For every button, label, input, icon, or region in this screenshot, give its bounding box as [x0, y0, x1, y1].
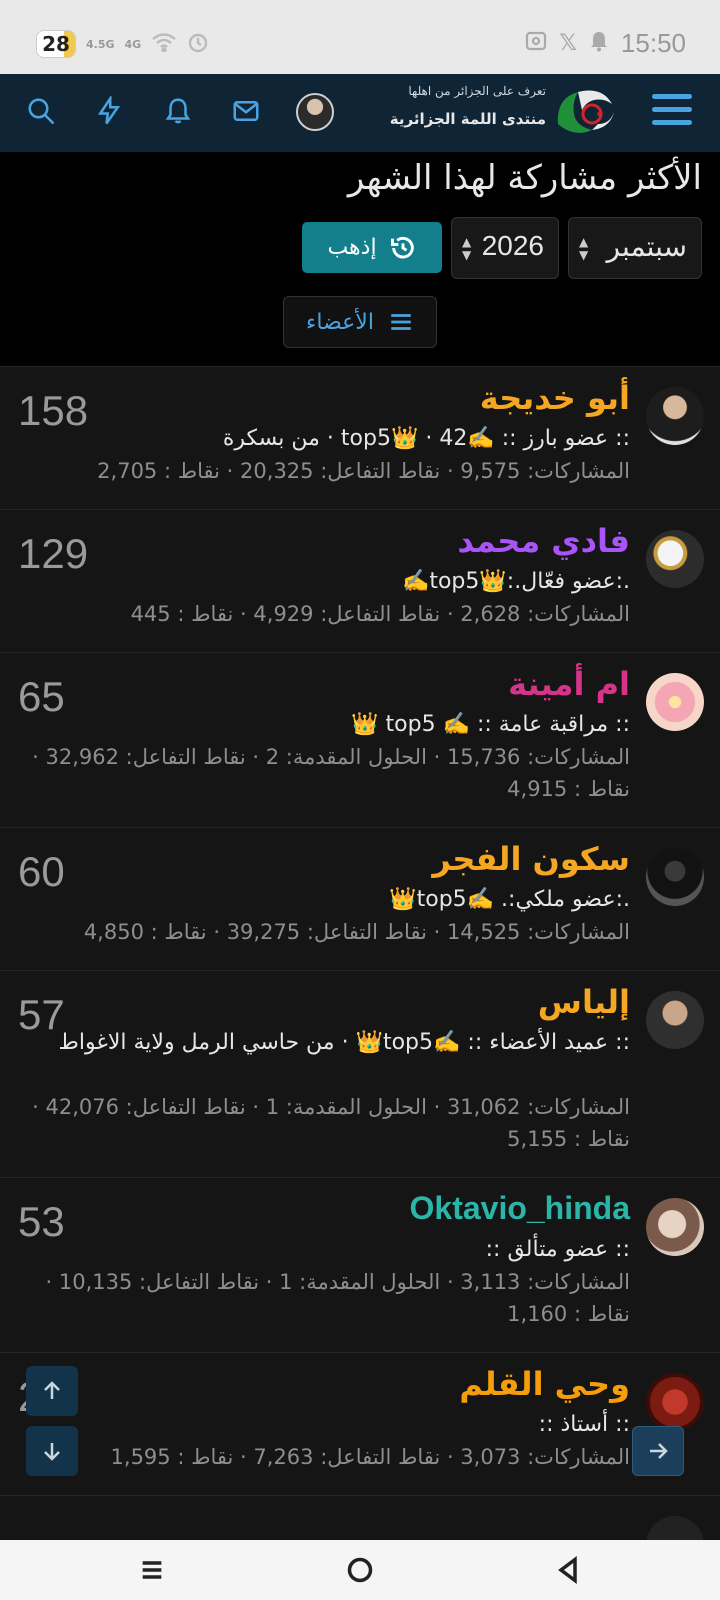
member-stats: المشاركات: 14,525 · نقاط التفاعل: 39,275… — [83, 920, 630, 944]
next-page-button[interactable] — [632, 1426, 684, 1476]
avatar[interactable] — [646, 673, 704, 731]
list-item[interactable]: 65 ام أمينة :: مراقبة عامة :: ✍️ top5 👑 … — [0, 653, 720, 828]
members-label: الأعضاء — [306, 309, 374, 335]
year-select[interactable]: 2026 ▲ ▼ — [451, 217, 559, 279]
select-arrows-icon: ▲ ▼ — [462, 235, 472, 262]
member-title: :: أستاذ :: — [538, 1412, 630, 1437]
list-item[interactable]: 53 Oktavio_hinda :: عضو متألق :: المشارك… — [0, 1178, 720, 1353]
avatar[interactable] — [646, 848, 704, 906]
search-icon[interactable] — [21, 91, 61, 131]
members-filter-button[interactable]: الأعضاء — [283, 296, 437, 348]
signal-1: 4.5G — [86, 37, 115, 51]
select-arrows-icon: ▲ ▼ — [579, 235, 589, 262]
member-stats: المشاركات: 9,575 · نقاط التفاعل: 20,325 … — [97, 459, 630, 483]
member-name[interactable]: سكون الفجر — [432, 840, 630, 878]
back-icon — [558, 1556, 577, 1584]
list-item[interactable]: 158 أبو خديجة :: عضو بارز :: ✍️top5👑 · 4… — [0, 367, 720, 510]
home-button[interactable] — [342, 1554, 378, 1586]
mail-icon[interactable] — [226, 91, 266, 131]
member-title: :: عضو متألق :: — [485, 1237, 630, 1262]
battery-level: 28 — [42, 32, 70, 56]
logo-name: منتدى اللمة الجزائرية — [389, 110, 546, 128]
member-stats: المشاركات: 31,062 · الحلول المقدمة: 1 · … — [32, 1095, 630, 1151]
list-item[interactable]: 60 سكون الفجر .:عضو ملكي:. ✍️top5👑 المشا… — [0, 828, 720, 971]
signal-2: 4G — [124, 37, 142, 51]
avatar[interactable] — [646, 1373, 704, 1431]
logo-tagline: تعرف على الجزائر من اهلها — [408, 84, 546, 98]
member-stats: المشاركات: 2,628 · نقاط التفاعل: 4,929 ·… — [130, 602, 630, 626]
notification-bell-icon — [589, 30, 609, 57]
members-list: 158 أبو خديجة :: عضو بارز :: ✍️top5👑 · 4… — [0, 366, 720, 1542]
list-item[interactable]: 57 إلياس :: عميد الأعضاء :: ✍️top5👑 · من… — [0, 971, 720, 1178]
status-left: 28 4.5G 4G — [36, 30, 209, 58]
status-right: 𝕏 15:50 — [525, 28, 686, 59]
member-name[interactable]: إلياس — [538, 983, 630, 1021]
arrow-right-icon — [650, 1443, 668, 1459]
clock: 15:50 — [620, 28, 686, 58]
avatar[interactable] — [646, 530, 704, 588]
member-title: :: عضو بارز :: ✍️top5👑 · 42 · من بسكرة — [222, 426, 630, 451]
recent-apps-button[interactable] — [134, 1554, 170, 1586]
avatar[interactable] — [646, 991, 704, 1049]
member-name[interactable]: أبو خديجة — [480, 379, 630, 417]
member-name[interactable]: Oktavio_hinda — [410, 1190, 631, 1227]
history-icon — [390, 236, 414, 258]
list-item[interactable] — [0, 1496, 720, 1542]
year-value: 2026 — [481, 230, 544, 261]
go-button[interactable]: إذهب — [302, 222, 442, 273]
list-icon — [391, 314, 411, 330]
list-item[interactable]: 27 وحي القلم :: أستاذ :: المشاركات: 3,07… — [0, 1353, 720, 1496]
month-select[interactable]: سبتمبر ▲ ▼ — [568, 217, 702, 279]
menu-hamburger-icon[interactable] — [652, 94, 692, 130]
battery-indicator: 28 — [36, 30, 76, 58]
member-stats: المشاركات: 15,736 · الحلول المقدمة: 2 · … — [32, 745, 630, 801]
avatar[interactable] — [646, 1198, 704, 1256]
user-avatar[interactable] — [296, 93, 334, 131]
member-title: .:عضو فعّال.:👑top5✍️ — [401, 569, 630, 594]
member-name[interactable]: ام أمينة — [508, 665, 630, 703]
avatar[interactable] — [646, 1516, 704, 1542]
home-icon — [347, 1557, 373, 1583]
bolt-icon[interactable] — [89, 91, 129, 131]
status-bar: 28 4.5G 4G 𝕏 15:50 — [0, 0, 720, 74]
member-name[interactable]: وحي القلم — [459, 1365, 630, 1403]
member-stats: المشاركات: 3,073 · نقاط التفاعل: 7,263 ·… — [110, 1445, 630, 1469]
recent-apps-icon — [142, 1561, 162, 1579]
member-name[interactable]: فادي محمد — [457, 522, 630, 560]
member-title: .:عضو ملكي:. ✍️top5👑 — [389, 887, 630, 912]
page-title: الأكثر مشاركة لهذا الشهر — [347, 158, 702, 198]
back-button[interactable] — [550, 1554, 586, 1586]
bell-icon[interactable] — [158, 91, 198, 131]
arrow-up-icon — [44, 1381, 60, 1399]
site-logo[interactable]: تعرف على الجزائر من اهلها منتدى اللمة ال… — [390, 82, 624, 146]
scroll-top-button[interactable] — [26, 1366, 78, 1416]
member-title: :: مراقبة عامة :: ✍️ top5 👑 — [351, 712, 630, 737]
member-title: :: عميد الأعضاء :: ✍️top5👑 · من حاسي الر… — [58, 1030, 630, 1055]
list-item[interactable]: 129 فادي محمد .:عضو فعّال.:👑top5✍️ المشا… — [0, 510, 720, 653]
x-icon: 𝕏 — [559, 31, 577, 56]
go-label: إذهب — [327, 235, 377, 260]
wifi-icon — [151, 32, 177, 57]
alarm-icon — [187, 31, 209, 58]
scroll-bottom-button[interactable] — [26, 1426, 78, 1476]
algeria-emblem-icon — [557, 90, 614, 133]
avatar[interactable] — [646, 387, 704, 445]
month-value: سبتمبر — [606, 230, 687, 263]
member-stats: المشاركات: 3,113 · الحلول المقدمة: 1 · ن… — [45, 1270, 630, 1326]
screen-record-icon — [525, 30, 547, 57]
system-nav-bar — [0, 1540, 720, 1600]
arrow-down-icon — [44, 1443, 60, 1461]
